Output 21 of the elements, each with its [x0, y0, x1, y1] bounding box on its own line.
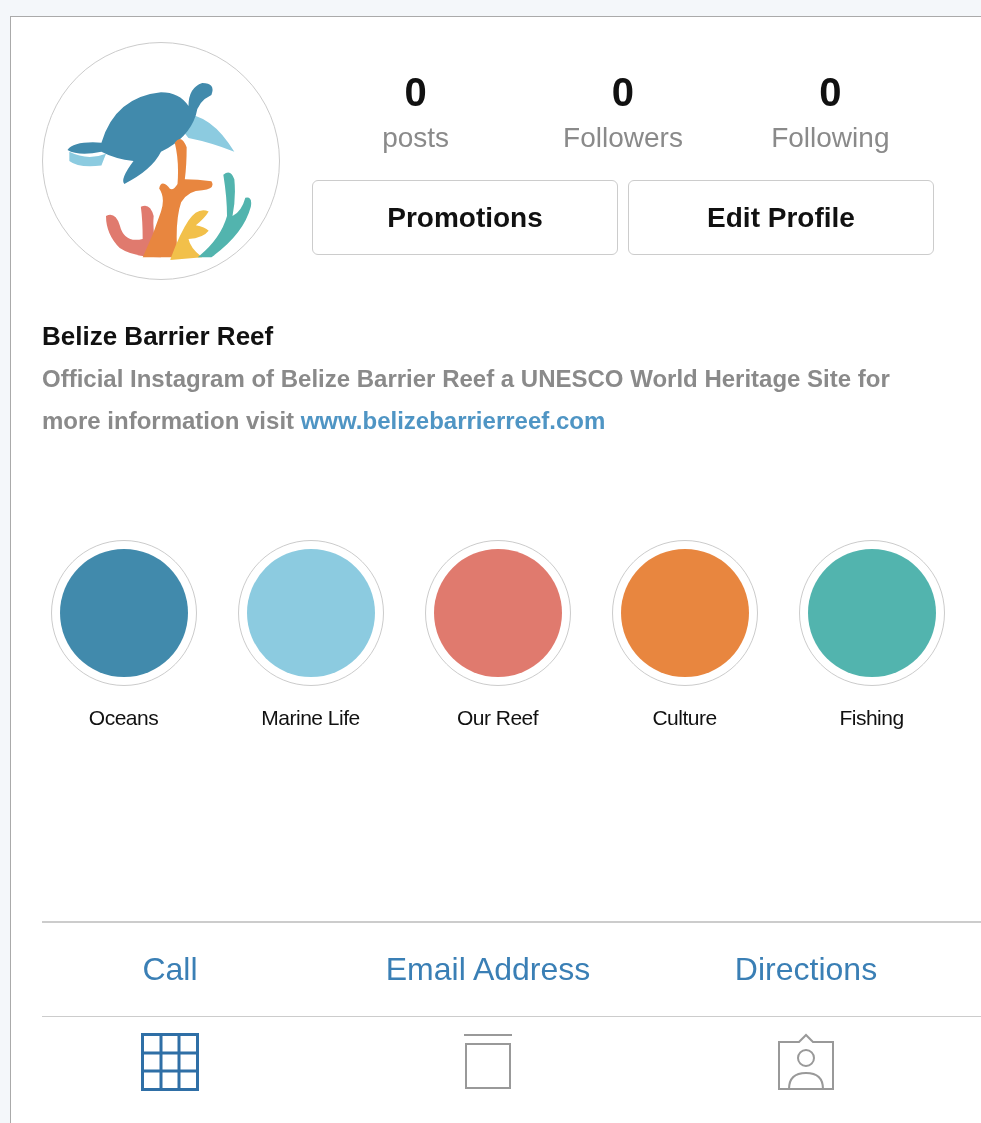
contact-link[interactable]: Call	[142, 950, 198, 988]
stat-label: Followers	[563, 122, 683, 154]
stat-label: posts	[382, 122, 450, 154]
profile-name: Belize Barrier Reef	[42, 320, 275, 352]
highlight-label: Culture	[652, 705, 717, 731]
stat-label: Following	[771, 122, 890, 154]
profile-button[interactable]: Edit Profile	[628, 180, 934, 255]
contact-link[interactable]: Directions	[734, 950, 878, 988]
stat-count: 0	[819, 70, 842, 114]
contact-link[interactable]: Email Address	[385, 950, 591, 988]
highlight-label: Oceans	[88, 705, 159, 731]
profile-button[interactable]: Promotions	[312, 180, 618, 255]
stat-count: 0	[611, 70, 635, 114]
highlight-label: Fishing	[839, 705, 904, 731]
stat-count: 0	[404, 70, 427, 114]
website-link[interactable]: www.belizebarrierreef.com	[300, 407, 606, 434]
tagged-person-icon[interactable]	[777, 1033, 835, 1091]
highlight-label: Our Reef	[456, 705, 539, 731]
grid-icon[interactable]	[141, 1033, 199, 1091]
highlight-label: Marine Life	[261, 705, 360, 731]
bio-text: Official Instagram of Belize Barrier Reef a UNESCO World Heritage Site for more information visit www.belizebarrierreef.com	[42, 364, 891, 436]
